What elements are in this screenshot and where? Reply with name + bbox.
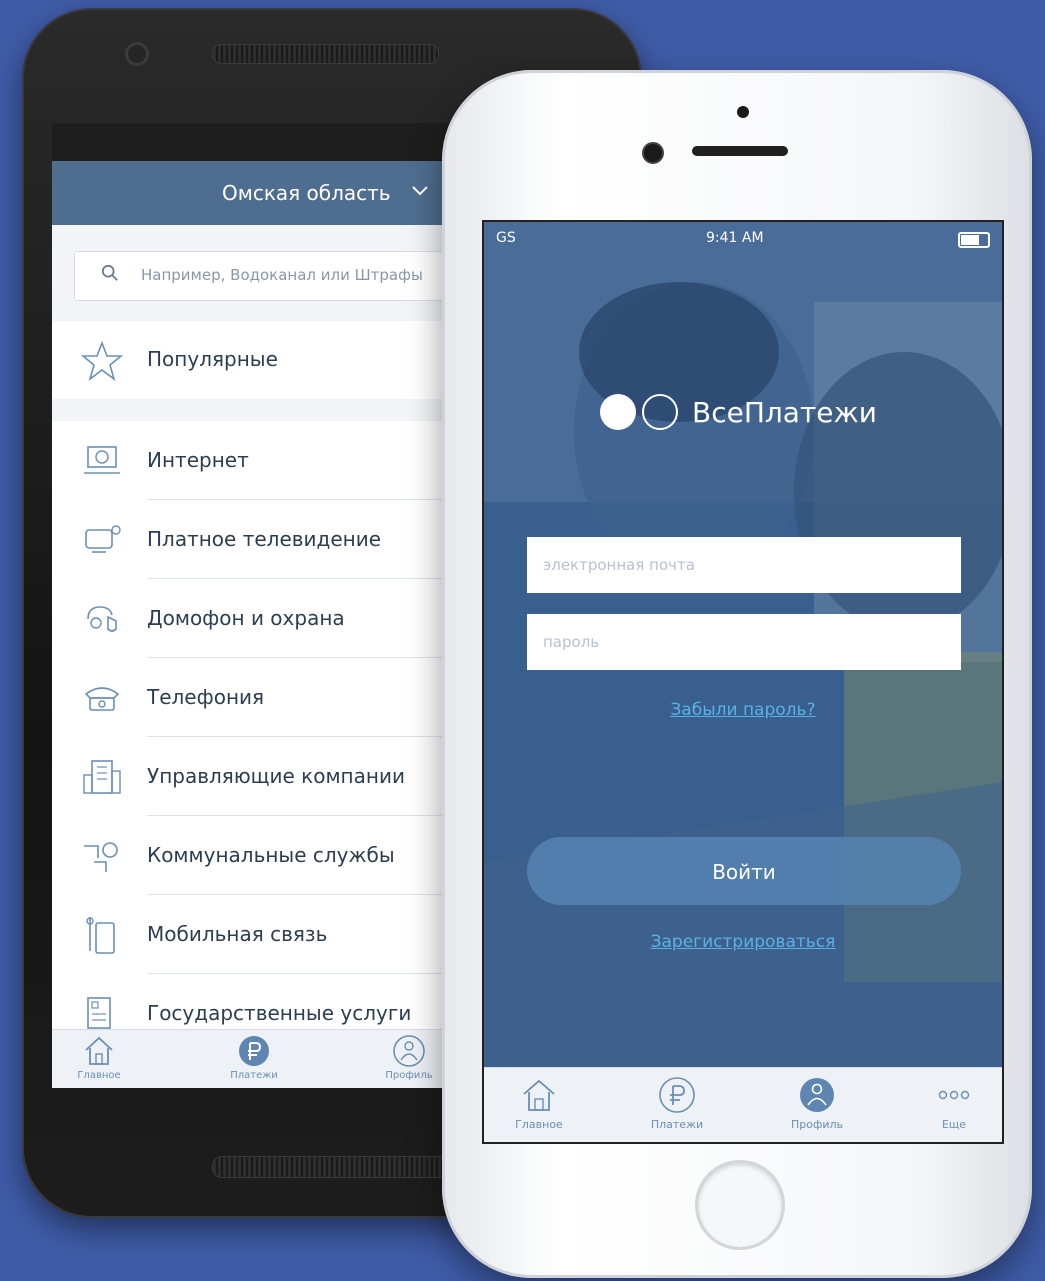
- tab-profile[interactable]: Профиль: [374, 1034, 444, 1081]
- building-icon: [83, 760, 121, 794]
- logo-circle-outline: [642, 394, 678, 430]
- star-icon: [80, 340, 124, 382]
- category-label: Государственные услуги: [147, 1001, 412, 1025]
- speaker-grille-bottom: [212, 1156, 459, 1178]
- status-bar: GS 9:41 AM: [484, 230, 1002, 250]
- tab-label: Профиль: [790, 1118, 844, 1131]
- carrier-label: GS: [496, 230, 516, 246]
- email-field[interactable]: [527, 537, 961, 593]
- profile-icon: [393, 1035, 425, 1067]
- tab-payments[interactable]: Платежи: [219, 1034, 289, 1081]
- brand-name: ВсеПлатежи: [692, 396, 877, 429]
- phone-icon: [84, 687, 120, 711]
- internet-icon: [84, 446, 120, 474]
- tab-label: Еще: [941, 1118, 967, 1131]
- search-icon: [101, 264, 118, 281]
- region-label: Омская область: [222, 181, 391, 205]
- speaker-grille: [212, 44, 439, 64]
- popular-label: Популярные: [147, 347, 278, 371]
- logo-circle-filled: [600, 394, 636, 430]
- tv-icon: [85, 525, 121, 553]
- front-camera: [125, 42, 149, 66]
- earpiece-speaker: [692, 146, 788, 156]
- home-button[interactable]: [695, 1160, 785, 1250]
- category-label: Управляющие компании: [147, 764, 405, 788]
- tab-home[interactable]: Главное: [489, 1076, 589, 1131]
- ruble-icon: [659, 1077, 695, 1113]
- password-field[interactable]: [527, 614, 961, 670]
- chevron-down-icon: [410, 181, 430, 202]
- profile-icon: [800, 1078, 834, 1112]
- home-icon: [523, 1079, 555, 1111]
- status-time: 9:41 AM: [706, 230, 764, 246]
- tab-home[interactable]: Главное: [64, 1034, 134, 1081]
- utilities-icon: [84, 842, 118, 872]
- forgot-password-link[interactable]: Забыли пароль?: [484, 700, 1002, 720]
- category-label: Телефония: [147, 685, 265, 709]
- category-label: Интернет: [147, 448, 249, 472]
- government-icon: [87, 997, 111, 1029]
- register-link[interactable]: Зарегистрироваться: [484, 932, 1002, 952]
- tab-more[interactable]: Еще: [904, 1076, 1002, 1131]
- tab-label: Главное: [515, 1118, 563, 1131]
- category-label: Коммунальные службы: [147, 843, 395, 867]
- login-screen: GS 9:41 AM ВсеПлатежи Забыли пароль? Вой…: [482, 220, 1004, 1144]
- proximity-sensor: [737, 106, 749, 118]
- tab-label: Платежи: [650, 1118, 704, 1131]
- category-label: Мобильная связь: [147, 922, 328, 946]
- background-photo: [484, 222, 1002, 1142]
- tab-label: Платежи: [230, 1070, 278, 1081]
- search-placeholder: Например, Водоканал или Штрафы: [141, 266, 423, 284]
- more-icon: [938, 1090, 970, 1100]
- tab-payments[interactable]: Платежи: [627, 1076, 727, 1131]
- bottom-tab-bar: Главное Платежи Профиль: [484, 1067, 1002, 1142]
- login-button[interactable]: Войти: [527, 837, 961, 905]
- intercom-icon: [87, 606, 117, 632]
- iphone: GS 9:41 AM ВсеПлатежи Забыли пароль? Вой…: [442, 70, 1032, 1278]
- category-label: Платное телевидение: [147, 527, 382, 551]
- category-label: Домофон и охрана: [147, 606, 345, 630]
- tab-profile[interactable]: Профиль: [767, 1076, 867, 1131]
- home-icon: [85, 1036, 113, 1065]
- tab-label: Профиль: [385, 1070, 433, 1081]
- mobile-icon: [86, 917, 115, 954]
- battery-icon: [958, 232, 990, 248]
- front-camera: [642, 142, 664, 164]
- ruble-icon: [239, 1036, 269, 1066]
- tab-label: Главное: [77, 1070, 121, 1081]
